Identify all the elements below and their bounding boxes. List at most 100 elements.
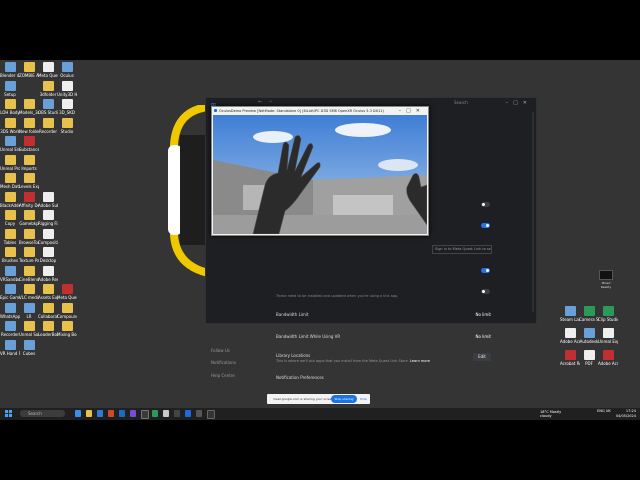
monitor-icon — [599, 270, 613, 280]
app-icon — [4, 80, 16, 91]
app-icon — [61, 80, 73, 91]
windows-start-icon[interactable] — [5, 410, 12, 417]
app-icon[interactable] — [130, 410, 136, 417]
app-icon — [42, 62, 54, 72]
app-icon — [583, 350, 595, 360]
chrome-icon[interactable] — [108, 410, 114, 417]
desktop-icon[interactable]: PDF — [579, 350, 599, 372]
library-desc: This is where we'll put apps that you in… — [276, 359, 409, 363]
app-icon — [61, 62, 73, 72]
bandwidth-vr-value[interactable]: No limit — [475, 334, 491, 339]
app-icon — [4, 136, 16, 146]
learn-more-link[interactable]: Learn more — [410, 359, 430, 363]
app-icon[interactable] — [196, 410, 202, 417]
desktop-icon-label: WhatsApp Desktop — [0, 313, 20, 319]
desktop-icon-label: Oculus — [60, 73, 74, 78]
vr-viewport[interactable] — [213, 115, 427, 234]
app-icon — [4, 265, 16, 276]
desktop-icon[interactable]: VR Hand Pack — [0, 339, 20, 362]
unreal-taskbar-icon[interactable] — [141, 410, 149, 419]
desktop-icon-label: 3DS Work — [0, 128, 20, 134]
desktop-icon-label: Unity3D Hub — [57, 91, 77, 97]
desktop-icon[interactable]: Clip Studio — [598, 306, 618, 328]
meta-taskbar-icon[interactable] — [185, 410, 191, 417]
app-icon[interactable] — [163, 410, 169, 417]
scrollbar[interactable] — [532, 112, 534, 312]
toggle-setting-1[interactable] — [481, 202, 490, 207]
toggle-setting-3[interactable] — [481, 268, 490, 273]
oculus-title: OculusDemo Preview [NetMode: Standalone … — [219, 109, 384, 113]
desktop-icon[interactable]: Cubes — [19, 339, 39, 362]
desktop-icon[interactable]: Adobe Acrobat — [598, 350, 618, 372]
folder-icon — [23, 99, 35, 109]
desktop-icon-label: Affinity Designer — [19, 202, 39, 208]
folder-icon — [23, 228, 35, 239]
language-indicator[interactable]: ENG UK — [597, 409, 611, 413]
desktop-icon-label: Clip Studio — [598, 317, 618, 322]
file-explorer-icon[interactable] — [86, 410, 92, 417]
sidebar-item-help-centre[interactable]: Help Centre — [211, 373, 235, 378]
desktop-icon[interactable]: Acrobat Reader — [560, 350, 580, 372]
desktop-icon-label: Mixed Reality — [600, 281, 612, 289]
folder-icon — [4, 191, 16, 202]
back-arrow-icon[interactable]: ← — [258, 99, 262, 105]
weather-widget[interactable]: 18°C Mostly cloudy — [540, 410, 570, 418]
app-icon[interactable] — [174, 410, 180, 417]
sidebar-item-notifications[interactable]: Notifications — [211, 360, 236, 365]
edge-icon[interactable] — [97, 410, 103, 417]
sidebar-item-follow-us[interactable]: Follow Us — [211, 348, 230, 353]
folder-icon — [23, 210, 35, 220]
bandwidth-value[interactable]: No limit — [475, 312, 491, 317]
folder-icon — [61, 117, 73, 128]
forward-arrow-icon[interactable]: → — [268, 99, 272, 105]
folder-icon — [23, 284, 35, 294]
desktop-icon[interactable]: Mixing Bodies — [57, 321, 77, 343]
app-icon — [583, 328, 595, 338]
window-controls[interactable]: –□✕ — [506, 100, 532, 106]
stop-sharing-button[interactable]: Stop sharing — [331, 395, 357, 403]
oculus-taskbar-icon[interactable] — [207, 410, 215, 419]
desktop-icon-label: Blender 4.1 — [0, 73, 20, 78]
desktop-icon[interactable]: Autodesk — [579, 328, 599, 350]
oculus-preview-window[interactable]: OculusDemo Preview [NetMode: Standalone … — [211, 106, 429, 236]
taskbar: Search 18°C Mostly cloudy ENG UK 17:24 0… — [0, 408, 640, 420]
desktop-icon-label: Camera Studio — [579, 317, 599, 322]
app-icon — [602, 328, 614, 338]
library-desc-row: This is where we'll put apps that you in… — [276, 359, 466, 363]
desktop-icon-label: Desktop — [39, 258, 57, 263]
folder-icon — [23, 173, 35, 183]
edit-button[interactable]: Edit — [473, 353, 491, 361]
desktop-icon[interactable]: ZOMBIE ANIM... — [19, 62, 39, 84]
oculus-titlebar[interactable]: OculusDemo Preview [NetMode: Standalone … — [212, 107, 428, 115]
desktop-icon[interactable]: Steam Launcher — [560, 306, 580, 328]
folder-icon — [23, 62, 35, 72]
desktop-icon[interactable]: Adobe Acrobat — [560, 328, 580, 350]
meta-search-input[interactable]: Search — [454, 100, 504, 107]
app-icon — [23, 191, 35, 202]
oculus-window-controls[interactable]: –□✕ — [399, 107, 425, 115]
app-icon — [583, 306, 595, 316]
folder-icon — [42, 321, 54, 331]
desktop-icon[interactable]: Camera Studio — [579, 306, 599, 328]
store-icon[interactable] — [119, 410, 125, 417]
bandwidth-row[interactable]: Bandwidth Limit No limit — [276, 312, 491, 317]
system-tray[interactable]: ENG UK 17:24 04/05/2024 — [597, 409, 636, 418]
update-text: These need to be installed and updated w… — [276, 294, 399, 298]
folder-icon — [23, 154, 35, 165]
desktop-icon-label: LOH Body — [0, 110, 20, 115]
desktop-icon[interactable]: Recorder — [38, 117, 58, 140]
bandwidth-vr-row[interactable]: Bandwidth Limit While Using VR No limit — [276, 334, 491, 339]
app-icon[interactable] — [152, 410, 158, 417]
desktop-icon-label: Collaborator — [38, 313, 58, 319]
hide-button[interactable]: Hide — [360, 397, 367, 401]
app-icon — [4, 62, 16, 72]
toggle-setting-2[interactable] — [481, 223, 490, 228]
desktop-icon[interactable]: Unreal Export — [598, 328, 618, 350]
desktop-icon-mixed-reality[interactable]: Mixed Reality — [596, 270, 616, 289]
taskbar-search-input[interactable]: Search — [20, 410, 65, 417]
app-icon — [564, 350, 576, 360]
desktop-icon[interactable]: LeaderBoard — [38, 321, 58, 343]
task-view-icon[interactable] — [75, 410, 81, 417]
desktop-icon[interactable]: Studio — [57, 117, 77, 140]
app-icon — [4, 302, 16, 313]
